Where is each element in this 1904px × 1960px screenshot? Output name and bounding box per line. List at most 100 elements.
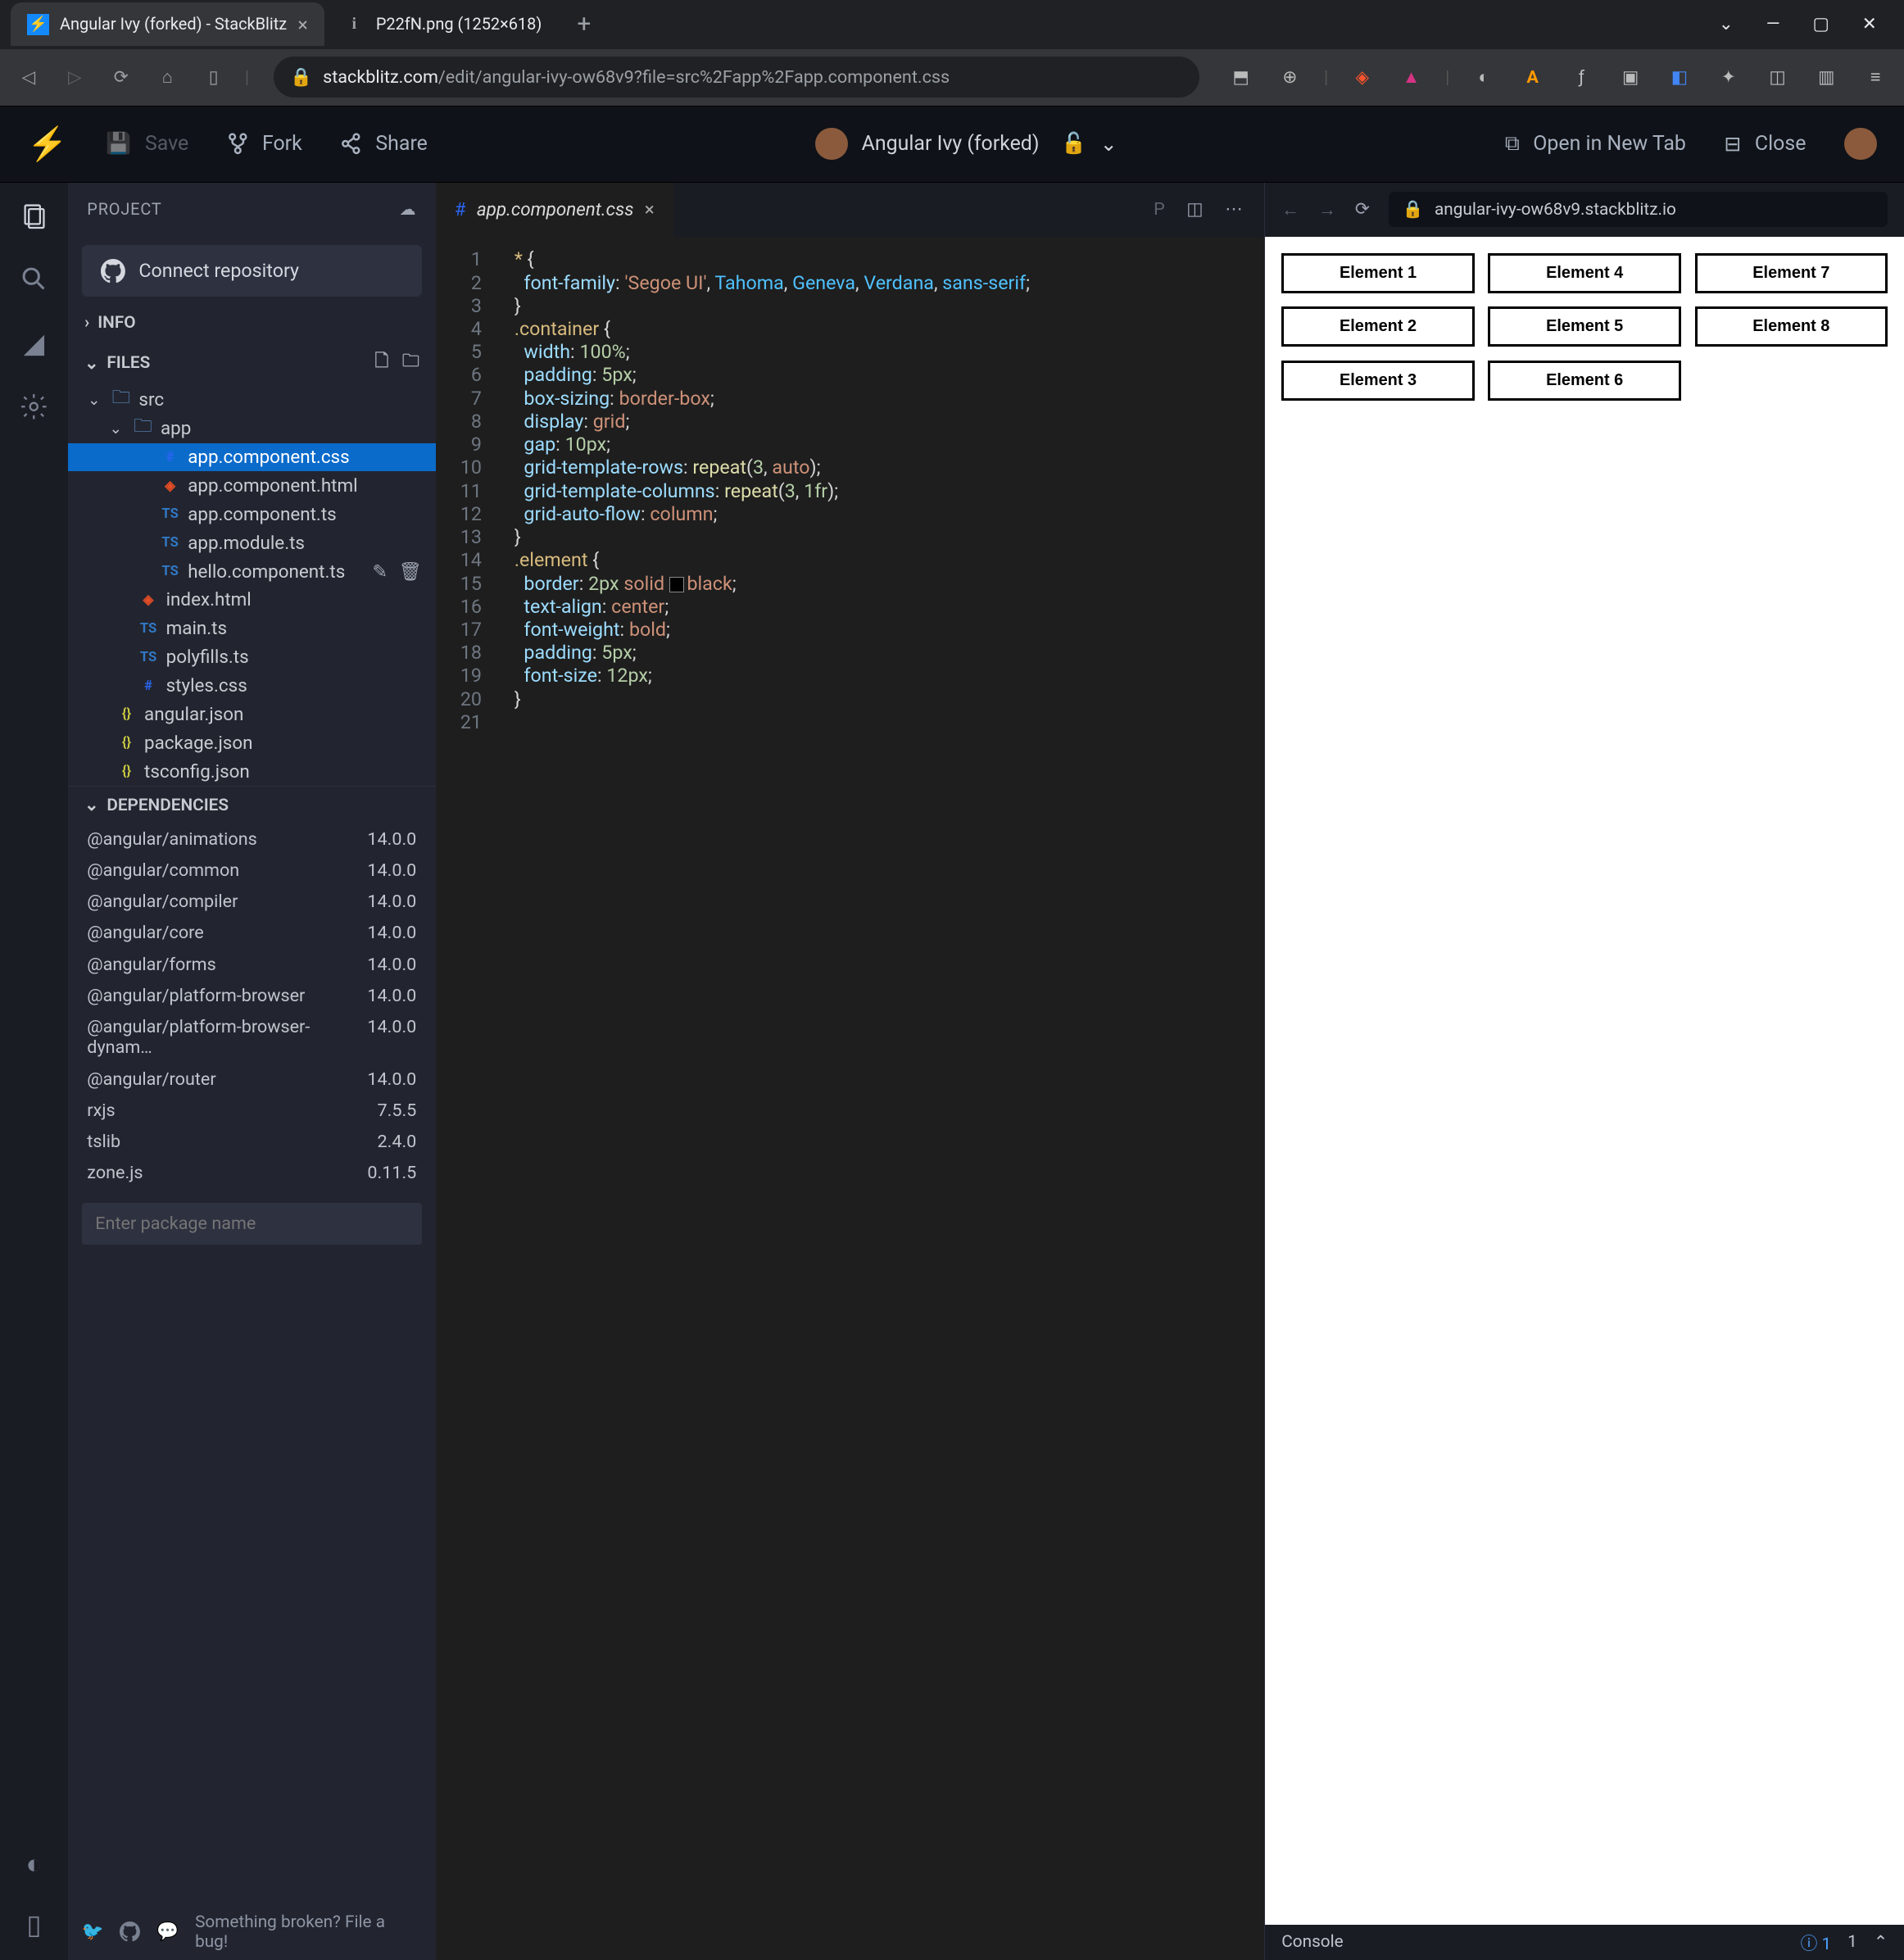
- folder-app[interactable]: ⌄🗀app: [68, 415, 435, 443]
- file-bug-link[interactable]: Something broken? File a bug!: [195, 1912, 422, 1952]
- preview-element: Element 3: [1281, 361, 1475, 401]
- preview-reload-icon[interactable]: ⟳: [1355, 199, 1370, 220]
- new-tab-button[interactable]: +: [561, 10, 608, 39]
- open-new-tab-button[interactable]: ⧉ Open in New Tab: [1505, 132, 1686, 156]
- info-section-header[interactable]: › INFO: [68, 305, 435, 341]
- edit-icon[interactable]: ✎: [372, 561, 388, 583]
- sidepanel-icon[interactable]: ◫: [1762, 67, 1793, 88]
- search-icon[interactable]: [19, 264, 49, 294]
- share-button[interactable]: Share: [340, 132, 428, 156]
- settings-icon[interactable]: [19, 392, 49, 422]
- code-content[interactable]: * { font-family: 'Segoe UI', Tahoma, Gen…: [501, 237, 1030, 1960]
- nav-bookmark-icon[interactable]: ▯: [198, 67, 229, 88]
- tab-overview-icon[interactable]: ▥: [1811, 67, 1842, 88]
- install-icon[interactable]: ⬒: [1226, 67, 1256, 88]
- ext-icon[interactable]: ƒ: [1566, 67, 1597, 88]
- stackblitz-logo-icon[interactable]: ⚡: [27, 125, 68, 163]
- prettier-icon[interactable]: P: [1154, 199, 1165, 220]
- more-actions-icon[interactable]: ⋯: [1225, 199, 1243, 220]
- browser-menu-icon[interactable]: ≡: [1861, 66, 1891, 88]
- zoom-icon[interactable]: ⊕: [1275, 67, 1305, 88]
- folder-src[interactable]: ⌄🗀src: [68, 386, 435, 415]
- tab-close-icon[interactable]: ×: [297, 13, 307, 36]
- file-row[interactable]: {} angular.json: [68, 700, 435, 728]
- nav-home-icon[interactable]: ⌂: [152, 66, 183, 88]
- chevron-down-icon[interactable]: ⌄: [1719, 14, 1734, 34]
- preview-console-bar[interactable]: Console ⓘ 1 1 ⌃: [1265, 1925, 1904, 1960]
- file-name: hello.component.ts: [188, 561, 345, 583]
- explorer-icon[interactable]: [19, 202, 49, 232]
- fork-button[interactable]: Fork: [227, 132, 302, 156]
- brave-shield-icon[interactable]: ◈: [1348, 67, 1378, 88]
- dependency-row[interactable]: @angular/common14.0.0: [68, 855, 435, 886]
- discord-icon[interactable]: 💬: [156, 1921, 179, 1942]
- editor-tab-active[interactable]: # app.component.css ×: [436, 183, 673, 237]
- new-folder-icon[interactable]: 🗀: [402, 349, 419, 378]
- window-minimize-icon[interactable]: —: [1766, 14, 1780, 34]
- file-row[interactable]: TS main.ts: [68, 615, 435, 643]
- brave-rewards-icon[interactable]: ▲: [1396, 66, 1426, 88]
- firebase-icon[interactable]: ◢: [24, 327, 45, 360]
- ext-icon[interactable]: ◐: [1469, 66, 1499, 88]
- new-file-icon[interactable]: 🗋: [375, 349, 389, 378]
- ext-icon[interactable]: A: [1517, 67, 1548, 88]
- file-name: app.module.ts: [188, 533, 305, 554]
- file-row[interactable]: TS hello.component.ts ✎🗑: [68, 557, 435, 586]
- connect-repo-button[interactable]: Connect repository: [82, 245, 422, 297]
- file-row[interactable]: {} tsconfig.json: [68, 757, 435, 786]
- save-button[interactable]: 💾 Save: [106, 132, 188, 156]
- project-title[interactable]: Angular Ivy (forked) 🔓 ⌄: [815, 128, 1117, 161]
- split-editor-icon[interactable]: ◫: [1186, 199, 1203, 220]
- console-count: 1: [1847, 1932, 1857, 1952]
- deps-section-header[interactable]: ⌄ DEPENDENCIES: [68, 787, 435, 823]
- lock-open-icon[interactable]: 🔓: [1053, 132, 1086, 156]
- window-close-icon[interactable]: ✕: [1862, 14, 1877, 34]
- nav-reload-icon[interactable]: ⟳: [107, 67, 137, 88]
- file-row[interactable]: ◈ app.component.html: [68, 471, 435, 500]
- chevron-up-icon[interactable]: ⌃: [1874, 1932, 1888, 1953]
- files-section-header[interactable]: ⌄ FILES 🗋 🗀: [68, 341, 435, 386]
- twitter-icon[interactable]: 🐦: [82, 1921, 104, 1942]
- theme-toggle-icon[interactable]: ◐: [25, 1849, 42, 1881]
- dependency-row[interactable]: @angular/animations14.0.0: [68, 823, 435, 855]
- dependency-row[interactable]: zone.js0.11.5: [68, 1158, 435, 1189]
- file-row[interactable]: # styles.css: [68, 672, 435, 701]
- dependency-row[interactable]: @angular/platform-browser-dynam…14.0.0: [68, 1012, 435, 1064]
- user-avatar[interactable]: [1844, 128, 1877, 161]
- preview-url-bar[interactable]: 🔒 angular-ivy-ow68v9.stackblitz.io: [1389, 192, 1888, 227]
- address-bar[interactable]: 🔒 stackblitz.com/edit/angular-ivy-ow68v9…: [274, 57, 1199, 98]
- file-row[interactable]: TS app.component.ts: [68, 500, 435, 529]
- github-icon[interactable]: [120, 1921, 140, 1942]
- cloud-download-icon[interactable]: ☁: [400, 200, 417, 219]
- layout-icon[interactable]: ▯: [26, 1908, 41, 1941]
- ext-icon[interactable]: ◧: [1665, 67, 1695, 88]
- tab-close-icon[interactable]: ×: [645, 199, 655, 220]
- nav-back-icon[interactable]: ◁: [14, 67, 44, 88]
- file-row[interactable]: TS polyfills.ts: [68, 643, 435, 672]
- dependency-row[interactable]: @angular/platform-browser14.0.0: [68, 980, 435, 1011]
- chevron-down-icon[interactable]: ⌄: [1100, 132, 1117, 157]
- file-row[interactable]: # app.component.css: [68, 443, 435, 472]
- file-row[interactable]: ◈ index.html: [68, 586, 435, 615]
- ext-icon[interactable]: ▣: [1616, 67, 1646, 88]
- delete-icon[interactable]: 🗑: [398, 561, 421, 583]
- dep-name: @angular/platform-browser: [87, 986, 305, 1006]
- code-editor[interactable]: 123456789101112131415161718192021 * { fo…: [436, 237, 1265, 1960]
- browser-tab-inactive[interactable]: i P22fN.png (1252×618): [327, 2, 558, 46]
- preview-forward-icon[interactable]: →: [1318, 199, 1336, 220]
- close-preview-button[interactable]: ⊟ Close: [1724, 132, 1806, 157]
- dependency-row[interactable]: @angular/forms14.0.0: [68, 949, 435, 980]
- dependency-row[interactable]: tslib2.4.0: [68, 1127, 435, 1158]
- dependency-row[interactable]: @angular/core14.0.0: [68, 918, 435, 949]
- deps-search-input[interactable]: [82, 1203, 422, 1245]
- window-maximize-icon[interactable]: ▢: [1812, 14, 1829, 34]
- preview-back-icon[interactable]: ←: [1281, 199, 1299, 220]
- dependency-row[interactable]: @angular/compiler14.0.0: [68, 887, 435, 918]
- dependency-row[interactable]: rxjs7.5.5: [68, 1095, 435, 1126]
- file-row[interactable]: TS app.module.ts: [68, 529, 435, 557]
- deps-label: DEPENDENCIES: [107, 796, 229, 815]
- browser-tab-active[interactable]: ⚡ Angular Ivy (forked) - StackBlitz ×: [11, 2, 324, 46]
- dependency-row[interactable]: @angular/router14.0.0: [68, 1064, 435, 1095]
- file-row[interactable]: {} package.json: [68, 728, 435, 757]
- extensions-icon[interactable]: ✦: [1714, 67, 1744, 88]
